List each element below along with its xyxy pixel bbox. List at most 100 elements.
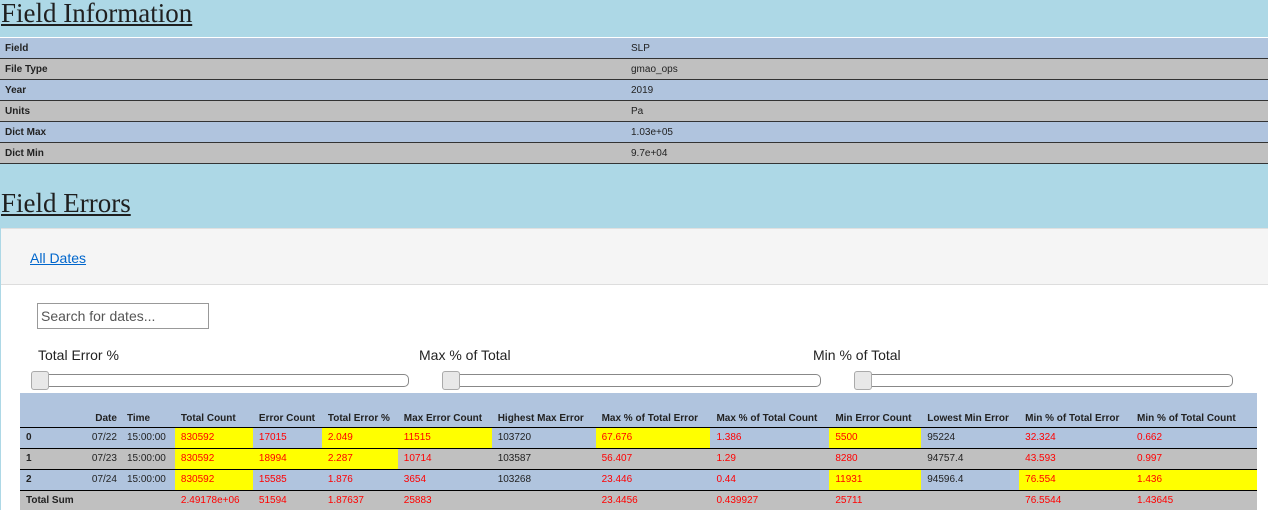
- column-header[interactable]: Total Count: [174, 393, 253, 427]
- table-cell: 1.29: [710, 447, 830, 469]
- info-label: File Type: [0, 58, 626, 80]
- sum-cell: 2.49178e+06: [174, 489, 253, 510]
- field-information-title: Field Information: [1, 0, 193, 28]
- sum-cell: [921, 489, 1020, 510]
- table-cell: 11931: [829, 468, 922, 490]
- info-label: Field: [0, 37, 626, 59]
- tab-bar: All Dates: [1, 229, 1268, 285]
- table-cell: 56.407: [595, 447, 711, 469]
- sum-cell: 76.5544: [1019, 489, 1132, 510]
- table-cell: 1.876: [321, 468, 398, 490]
- table-cell: 23.446: [595, 468, 711, 490]
- table-cell: 43.593: [1019, 447, 1132, 469]
- table-cell: 830592: [174, 426, 253, 448]
- sum-cell: 0.439927: [710, 489, 830, 510]
- table-cell: 0.44: [710, 468, 830, 490]
- table-cell: 07/22: [85, 426, 121, 448]
- table-cell: 67.676: [595, 426, 711, 448]
- info-value: 1.03e+05: [626, 121, 1268, 143]
- table-cell: 830592: [174, 447, 253, 469]
- table-cell: 76.554: [1019, 468, 1132, 490]
- column-header[interactable]: Time: [120, 393, 175, 427]
- table-cell: 1.386: [710, 426, 830, 448]
- date-search-input[interactable]: [37, 303, 209, 329]
- slider-thumb[interactable]: [31, 371, 49, 390]
- column-header[interactable]: Error Count: [252, 393, 322, 427]
- table-cell: 103268: [491, 468, 596, 490]
- total-error-slider[interactable]: [31, 371, 409, 390]
- table-cell: 5500: [829, 426, 922, 448]
- info-label: Dict Max: [0, 121, 626, 143]
- sum-cell: 51594: [252, 489, 322, 510]
- table-cell: 15:00:00: [120, 426, 175, 448]
- info-value: Pa: [626, 100, 1268, 122]
- sum-cell: 1.43645: [1131, 489, 1257, 510]
- sum-cell: 1.87637: [321, 489, 398, 510]
- table-cell: 1: [20, 447, 86, 469]
- filter-label-max-total: Max % of Total: [419, 347, 511, 363]
- column-header[interactable]: Highest Max Error: [491, 393, 596, 427]
- column-header[interactable]: Date: [85, 393, 121, 427]
- info-row: Dict Max 1.03e+05: [0, 121, 1268, 143]
- table-cell: 18994: [252, 447, 322, 469]
- table-cell: 103720: [491, 426, 596, 448]
- table-cell: 2: [20, 468, 86, 490]
- filter-label-total-error: Total Error %: [38, 347, 119, 363]
- info-label: Dict Min: [0, 142, 626, 164]
- total-sum-row: Total Sum 2.49178e+06 51594 1.87637 25883 23.…: [20, 489, 1257, 510]
- info-row: Units Pa: [0, 100, 1268, 122]
- column-header[interactable]: Max % of Total Error: [595, 393, 711, 427]
- info-row: Field SLP: [0, 37, 1268, 59]
- min-total-slider[interactable]: [854, 371, 1233, 390]
- field-errors-table: Date Time Total Count Error Count Total Erro…: [20, 393, 1257, 510]
- info-value: 2019: [626, 79, 1268, 101]
- sum-cell: 25711: [829, 489, 922, 510]
- info-row: Dict Min 9.7e+04: [0, 142, 1268, 164]
- table-cell: 10714: [397, 447, 492, 469]
- info-label: Year: [0, 79, 626, 101]
- table-cell: 8280: [829, 447, 922, 469]
- column-header[interactable]: Min % of Total Error: [1019, 393, 1132, 427]
- info-value: 9.7e+04: [626, 142, 1268, 164]
- table-cell: 15:00:00: [120, 468, 175, 490]
- column-header[interactable]: Lowest Min Error: [921, 393, 1020, 427]
- table-cell: 1.436: [1131, 468, 1257, 490]
- tab-all-dates[interactable]: All Dates: [30, 250, 86, 266]
- sum-cell: 25883: [397, 489, 492, 510]
- filter-label-min-total: Min % of Total: [813, 347, 901, 363]
- table-cell: 07/23: [85, 447, 121, 469]
- sum-cell: 23.4456: [595, 489, 711, 510]
- info-row: File Type gmao_ops: [0, 58, 1268, 80]
- info-value: SLP: [626, 37, 1268, 59]
- max-total-slider[interactable]: [442, 371, 821, 390]
- table-cell: 0: [20, 426, 86, 448]
- table-cell: 15:00:00: [120, 447, 175, 469]
- table-cell: 32.324: [1019, 426, 1132, 448]
- table-cell: 0.997: [1131, 447, 1257, 469]
- sum-cell: [491, 489, 596, 510]
- column-header[interactable]: Min % of Total Count: [1131, 393, 1257, 427]
- column-header[interactable]: Max % of Total Count: [710, 393, 830, 427]
- table-cell: 07/24: [85, 468, 121, 490]
- slider-thumb[interactable]: [442, 371, 460, 390]
- table-cell: 103587: [491, 447, 596, 469]
- field-errors-title: Field Errors: [1, 188, 131, 218]
- table-cell: 17015: [252, 426, 322, 448]
- info-row: Year 2019: [0, 79, 1268, 101]
- column-header[interactable]: Max Error Count: [397, 393, 492, 427]
- column-header[interactable]: [20, 393, 86, 427]
- column-header[interactable]: Min Error Count: [829, 393, 922, 427]
- table-cell: 830592: [174, 468, 253, 490]
- table-cell: 11515: [397, 426, 492, 448]
- table-row: 2 07/24 15:00:00 830592 15585 1.876 3654 103268…: [20, 468, 1257, 490]
- field-errors-panel: All Dates Total Error % Max % of Total M…: [1, 228, 1268, 510]
- column-header[interactable]: Total Error %: [321, 393, 398, 427]
- slider-thumb[interactable]: [854, 371, 872, 390]
- info-value: gmao_ops: [626, 58, 1268, 80]
- table-row: 0 07/22 15:00:00 830592 17015 2.049 11515 10372…: [20, 426, 1257, 448]
- table-cell: 0.662: [1131, 426, 1257, 448]
- sum-cell: Total Sum: [20, 489, 175, 510]
- table-cell: 15585: [252, 468, 322, 490]
- table-cell: 2.287: [321, 447, 398, 469]
- field-information-table: Field SLP File Type gmao_ops Year 2019 Units Pa…: [0, 37, 1268, 164]
